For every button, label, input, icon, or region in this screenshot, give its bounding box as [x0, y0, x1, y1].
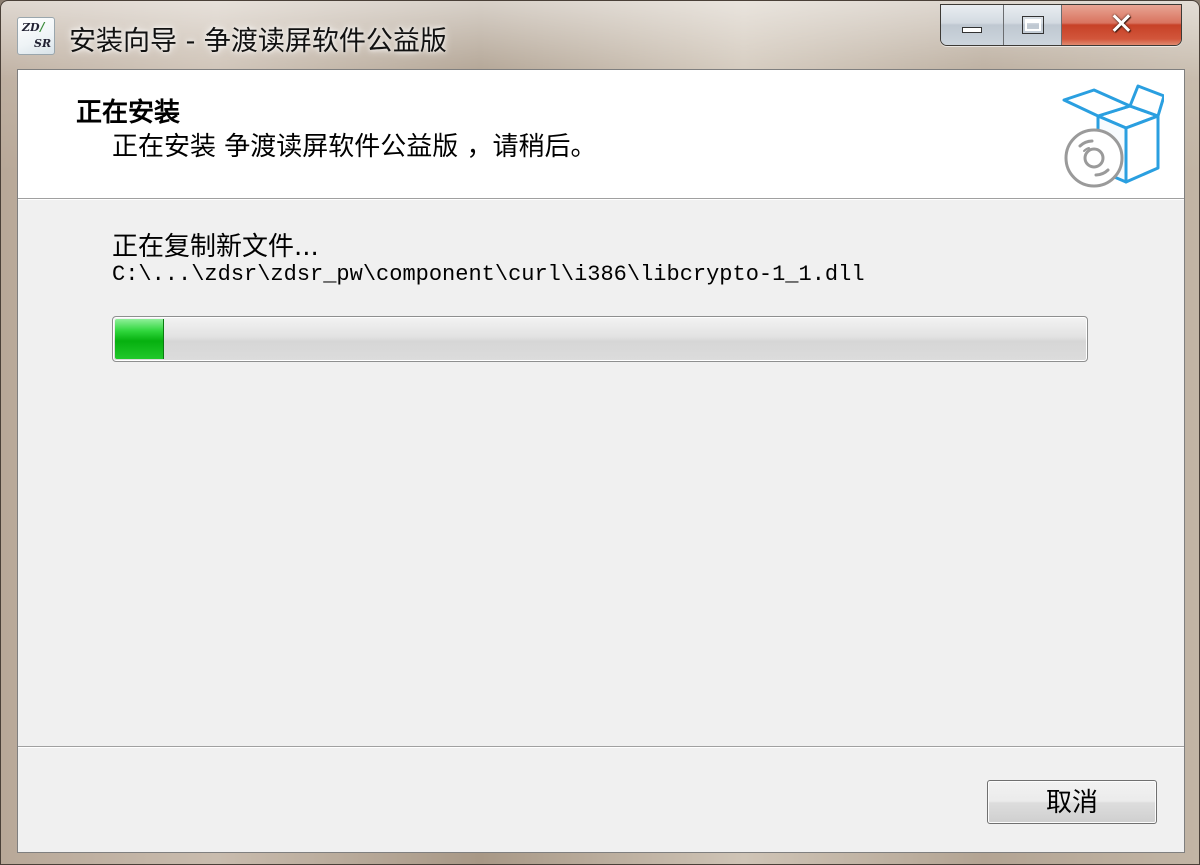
software-box-cd-icon	[1062, 84, 1164, 188]
cancel-button[interactable]: 取消	[987, 780, 1157, 824]
wizard-client-area: 正在安装 正在安装 争渡读屏软件公益版 ，请稍后。 正在复制新文件... C:\…	[17, 69, 1185, 853]
footer-divider	[18, 746, 1184, 748]
current-file-path: C:\...\zdsr\zdsr_pw\component\curl\i386\…	[112, 262, 865, 287]
minimize-icon	[962, 27, 983, 33]
install-progress-bar	[112, 316, 1088, 362]
page-subtitle: 正在安装 争渡读屏软件公益版 ，请稍后。	[112, 132, 597, 162]
caption-buttons: ✕	[940, 4, 1182, 46]
maximize-button	[1004, 5, 1062, 45]
status-text: 正在复制新文件...	[112, 232, 319, 262]
close-icon: ✕	[1108, 7, 1135, 42]
app-icon: ZD / SR	[17, 17, 55, 55]
close-button[interactable]: ✕	[1062, 5, 1181, 45]
page-title: 正在安装	[76, 98, 181, 128]
minimize-button[interactable]	[941, 5, 1005, 45]
progress-fill	[115, 319, 164, 359]
window-title: 安装向导 - 争渡读屏软件公益版	[69, 26, 447, 57]
installer-window: ZD / SR 安装向导 - 争渡读屏软件公益版 ✕ 正在安装 正在安装 争渡读…	[0, 0, 1200, 865]
title-bar[interactable]: ZD / SR 安装向导 - 争渡读屏软件公益版 ✕	[1, 1, 1199, 69]
maximize-icon	[1021, 16, 1044, 34]
wizard-header: 正在安装 正在安装 争渡读屏软件公益版 ，请稍后。	[18, 70, 1184, 200]
